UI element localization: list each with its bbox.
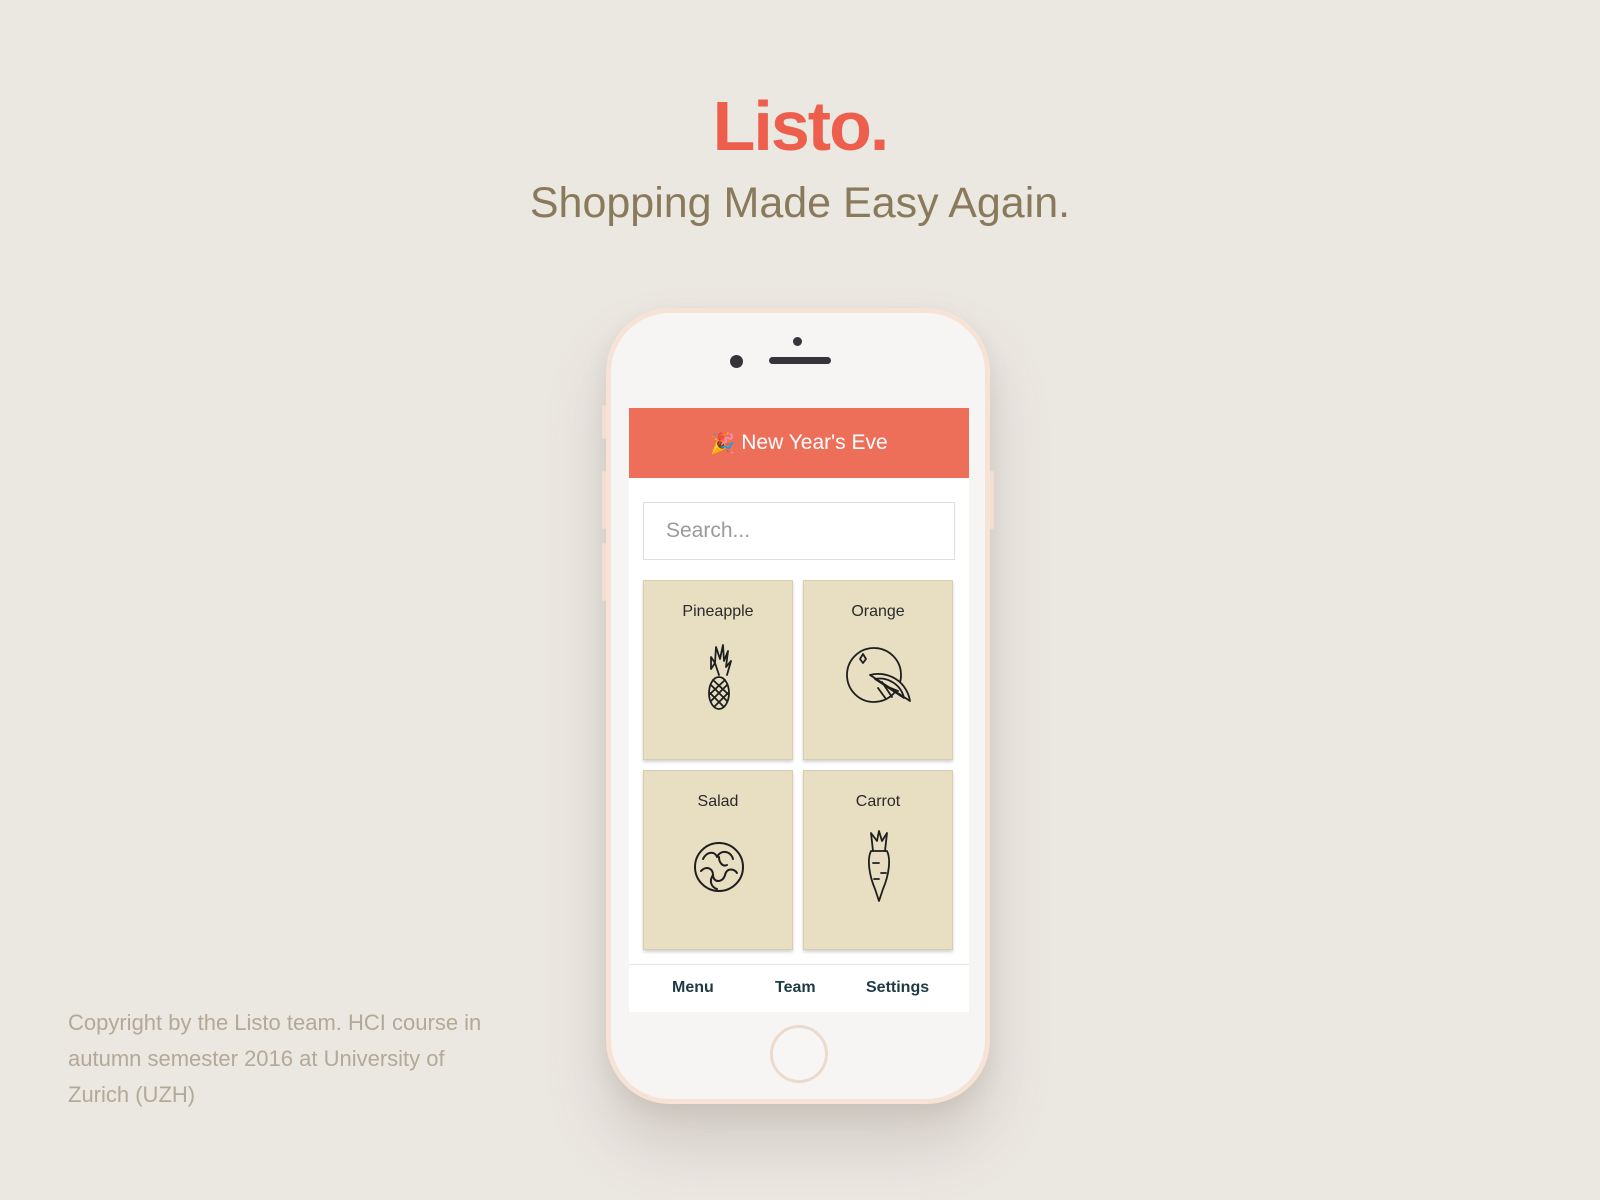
item-label: Carrot [855, 793, 901, 810]
list-header[interactable]: 🎉 New Year's Eve [629, 408, 969, 478]
bottom-nav: Menu Team Settings [629, 964, 969, 1012]
party-popper-icon: 🎉 [710, 432, 736, 455]
nav-team[interactable]: Team [775, 979, 816, 997]
front-camera [730, 355, 743, 368]
phone-mockup: 🎉 New Year's Eve Pineapple [602, 308, 994, 1104]
copyright-text: Copyright by the Listo team. HCI course … [68, 1010, 482, 1107]
proximity-sensor [793, 337, 802, 346]
phone-power-button [990, 471, 994, 529]
app-screen: 🎉 New Year's Eve Pineapple [629, 408, 969, 1012]
earpiece-speaker [769, 357, 831, 364]
pineapple-icon [689, 639, 749, 715]
item-label: Salad [697, 793, 739, 810]
page: Listo. Shopping Made Easy Again. 🎉 New Y… [0, 0, 1600, 1200]
tagline: Shopping Made Easy Again. [529, 179, 1071, 227]
nav-menu[interactable]: Menu [672, 979, 714, 997]
nav-settings[interactable]: Settings [866, 979, 929, 997]
search-input[interactable] [643, 502, 955, 560]
phone-volume-down [602, 543, 606, 601]
item-label: Orange [851, 603, 905, 620]
item-label: Pineapple [682, 603, 754, 620]
brand-logo: Listo. [712, 87, 890, 165]
item-tile-pineapple[interactable]: Pineapple [643, 580, 793, 760]
phone-volume-up [602, 471, 606, 529]
carrot-icon [849, 829, 909, 905]
home-button[interactable] [770, 1025, 828, 1083]
salad-icon [689, 829, 749, 905]
item-tile-carrot[interactable]: Carrot [803, 770, 953, 950]
phone-mute-switch [602, 405, 606, 439]
list-title: New Year's Eve [741, 431, 888, 454]
orange-icon [842, 639, 916, 715]
item-tile-salad[interactable]: Salad [643, 770, 793, 950]
item-tile-orange[interactable]: Orange [803, 580, 953, 760]
